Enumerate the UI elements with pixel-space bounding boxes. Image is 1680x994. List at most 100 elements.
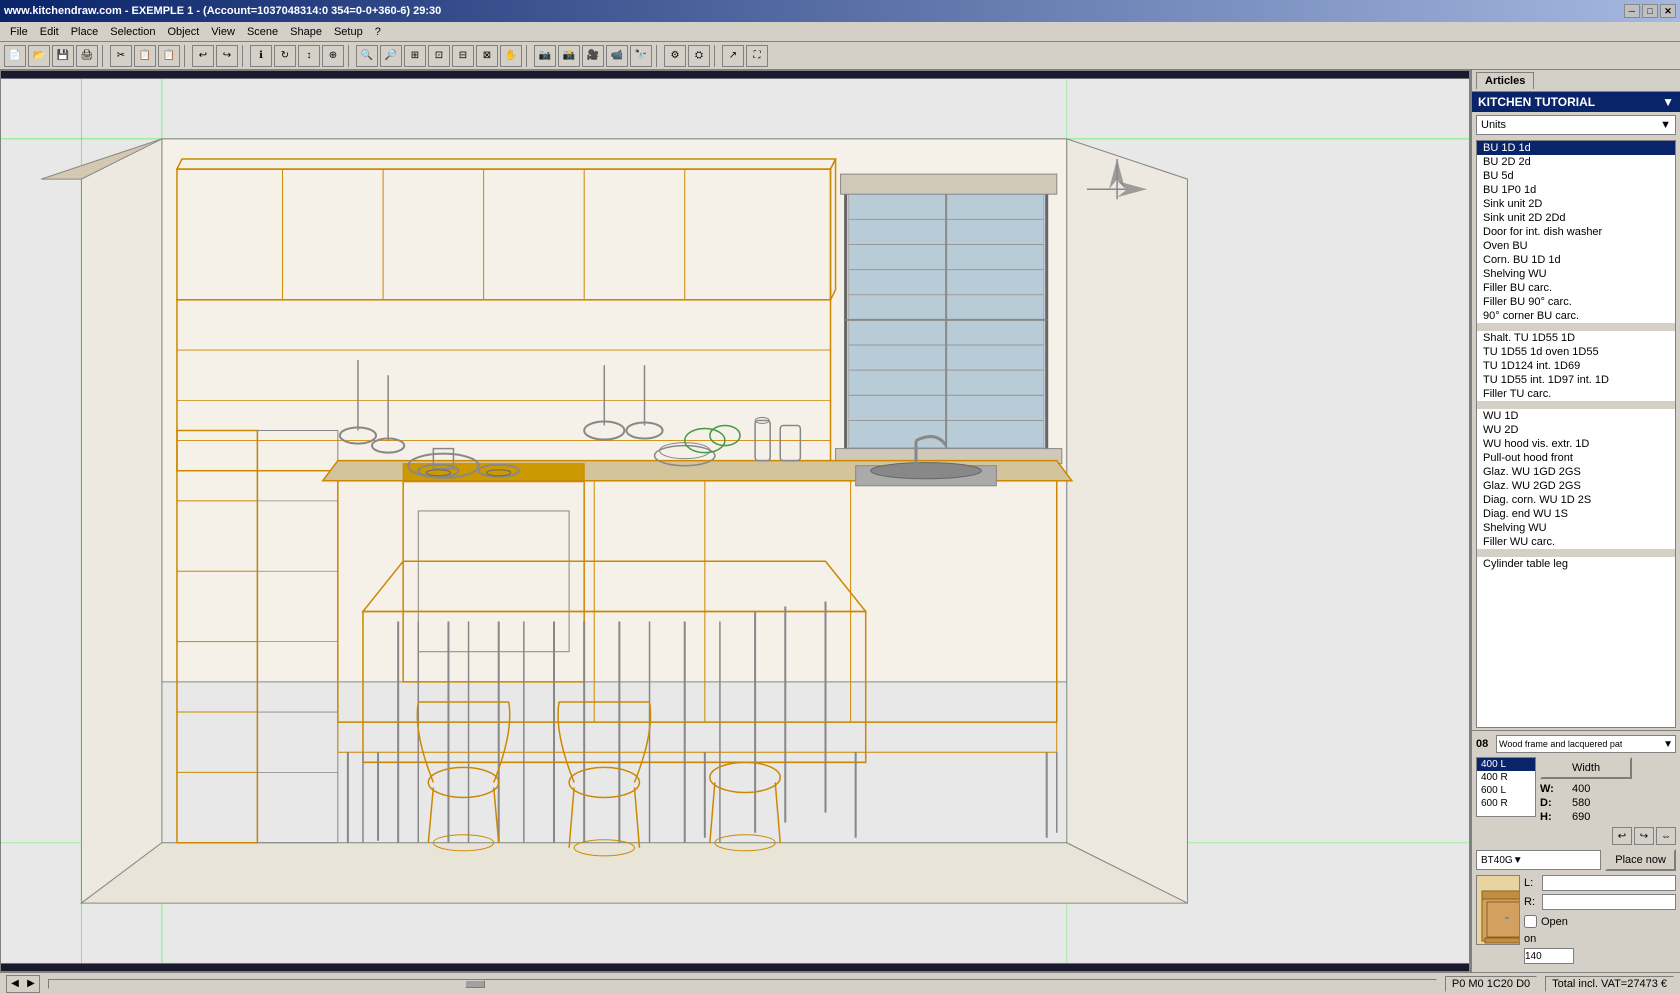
items-list[interactable]: BU 1D 1d BU 2D 2d BU 5d BU 1P0 1d Sink u… [1476,140,1676,728]
list-item-pullout[interactable]: Pull-out hood front [1477,451,1675,465]
tb-new[interactable]: 📄 [4,45,26,67]
list-item-bu2d2d[interactable]: BU 2D 2d [1477,155,1675,169]
list-item-diagcorn[interactable]: Diag. corn. WU 1D 2S [1477,493,1675,507]
menu-selection[interactable]: Selection [104,24,161,40]
list-item-bu1p01d[interactable]: BU 1P0 1d [1477,183,1675,197]
nav-next-button[interactable]: ▶ [23,976,39,992]
on-input[interactable] [1524,948,1574,964]
menu-setup[interactable]: Setup [328,24,369,40]
tb-camera4[interactable]: 📹 [606,45,628,67]
toolbar-sep-5 [526,45,530,67]
tb-settings2[interactable]: ⛭ [688,45,710,67]
tb-camera2[interactable]: 📸 [558,45,580,67]
tb-save[interactable]: 💾 [52,45,74,67]
tb-flip[interactable]: ↕ [298,45,320,67]
r-row: R: [1524,894,1676,910]
list-item-wuhood[interactable]: WU hood vis. extr. 1D [1477,437,1675,451]
tb-redo[interactable]: ↪ [216,45,238,67]
list-item-fillerwucrc[interactable]: Filler WU carc. [1477,535,1675,549]
restore-button[interactable]: □ [1642,4,1658,18]
rotate-right-button[interactable]: ↪ [1634,827,1654,845]
r-input[interactable] [1542,894,1676,910]
scroll-thumb[interactable] [465,980,485,988]
list-item-tu1d55int[interactable]: TU 1D55 int. 1D97 int. 1D [1477,373,1675,387]
list-item-wu2d[interactable]: WU 2D [1477,423,1675,437]
list-item-cornbu[interactable]: Corn. BU 1D 1d [1477,253,1675,267]
list-item-diagend[interactable]: Diag. end WU 1S [1477,507,1675,521]
list-item-fillerbucrc[interactable]: Filler BU carc. [1477,281,1675,295]
tb-copy[interactable]: 📋 [134,45,156,67]
material-dropdown[interactable]: Wood frame and lacquered pat ▼ [1496,735,1676,753]
list-item-90corner[interactable]: 90° corner BU carc. [1477,309,1675,323]
close-button[interactable]: ✕ [1660,4,1676,18]
width-button[interactable]: Width [1540,757,1632,779]
l-input[interactable] [1542,875,1676,891]
tb-zoom-region[interactable]: ⊡ [428,45,450,67]
place-now-button[interactable]: Place now [1605,849,1676,871]
list-item-bu1d1d[interactable]: BU 1D 1d [1477,141,1675,155]
size-400l[interactable]: 400 L [1477,758,1535,771]
r-label: R: [1524,896,1538,908]
list-item-ovenbu[interactable]: Oven BU [1477,239,1675,253]
list-item-glaz1gd[interactable]: Glaz. WU 1GD 2GS [1477,465,1675,479]
size-list[interactable]: 400 L 400 R 600 L 600 R [1476,757,1536,817]
size-600r[interactable]: 600 R [1477,797,1535,810]
place-dropdown[interactable]: BT40G ▼ [1476,850,1601,870]
list-item-fillerbu90[interactable]: Filler BU 90° carc. [1477,295,1675,309]
menu-shape[interactable]: Shape [284,24,328,40]
minimize-button[interactable]: ─ [1624,4,1640,18]
tb-zoom-fit[interactable]: ⊞ [404,45,426,67]
menu-file[interactable]: File [4,24,34,40]
open-row: Open [1524,915,1676,928]
tb-zoom-next[interactable]: ⊠ [476,45,498,67]
tb-zoom-prev[interactable]: ⊟ [452,45,474,67]
list-item-sink2d2dd[interactable]: Sink unit 2D 2Dd [1477,211,1675,225]
menu-scene[interactable]: Scene [241,24,284,40]
tb-zoom-in[interactable]: 🔍 [356,45,378,67]
mirror-button[interactable]: ⇔ [1656,827,1676,845]
list-item-dishwasher[interactable]: Door for int. dish washer [1477,225,1675,239]
open-checkbox[interactable] [1524,915,1537,928]
tb-paste[interactable]: 📋 [158,45,180,67]
list-item-shelving-wu[interactable]: Shelving WU [1477,521,1675,535]
size-600l[interactable]: 600 L [1477,784,1535,797]
articles-tab[interactable]: Articles [1476,72,1534,89]
list-item-cylinder[interactable]: Cylinder table leg [1477,557,1675,571]
tb-undo[interactable]: ↩ [192,45,214,67]
list-item-glaz2gd[interactable]: Glaz. WU 2GD 2GS [1477,479,1675,493]
menu-view[interactable]: View [205,24,241,40]
list-item-shaltu[interactable]: Shalt. TU 1D55 1D [1477,331,1675,345]
list-item-sink2d[interactable]: Sink unit 2D [1477,197,1675,211]
list-item-bu5d[interactable]: BU 5d [1477,169,1675,183]
tb-zoom-out[interactable]: 🔎 [380,45,402,67]
rotate-left-button[interactable]: ↩ [1612,827,1632,845]
menu-help[interactable]: ? [369,24,387,40]
units-dropdown[interactable]: Units ▼ [1476,115,1676,135]
list-item-tu1d124[interactable]: TU 1D124 int. 1D69 [1477,359,1675,373]
list-item-shelvingwu[interactable]: Shelving WU [1477,267,1675,281]
viewport[interactable] [0,70,1470,972]
total-status: Total incl. VAT=27473 € [1545,976,1674,992]
menu-place[interactable]: Place [65,24,105,40]
toolbar-sep-6 [656,45,660,67]
list-item-wu1d[interactable]: WU 1D [1477,409,1675,423]
tb-camera5[interactable]: 🔭 [630,45,652,67]
size-400r[interactable]: 400 R [1477,771,1535,784]
tb-snap[interactable]: ⊕ [322,45,344,67]
list-item-fillertucrc[interactable]: Filler TU carc. [1477,387,1675,401]
menu-edit[interactable]: Edit [34,24,65,40]
tb-open[interactable]: 📂 [28,45,50,67]
tb-pan[interactable]: ✋ [500,45,522,67]
tb-arrow[interactable]: ↗ [722,45,744,67]
tb-rotate[interactable]: ↻ [274,45,296,67]
tb-camera1[interactable]: 📷 [534,45,556,67]
list-item-tu1d55oven[interactable]: TU 1D55 1d oven 1D55 [1477,345,1675,359]
tb-settings1[interactable]: ⚙ [664,45,686,67]
nav-prev-button[interactable]: ◀ [7,976,23,992]
menu-object[interactable]: Object [162,24,206,40]
tb-cut[interactable]: ✂ [110,45,132,67]
tb-print[interactable]: 🖨 [76,45,98,67]
tb-info[interactable]: ℹ [250,45,272,67]
tb-camera3[interactable]: 🎥 [582,45,604,67]
tb-select[interactable]: ⛶ [746,45,768,67]
